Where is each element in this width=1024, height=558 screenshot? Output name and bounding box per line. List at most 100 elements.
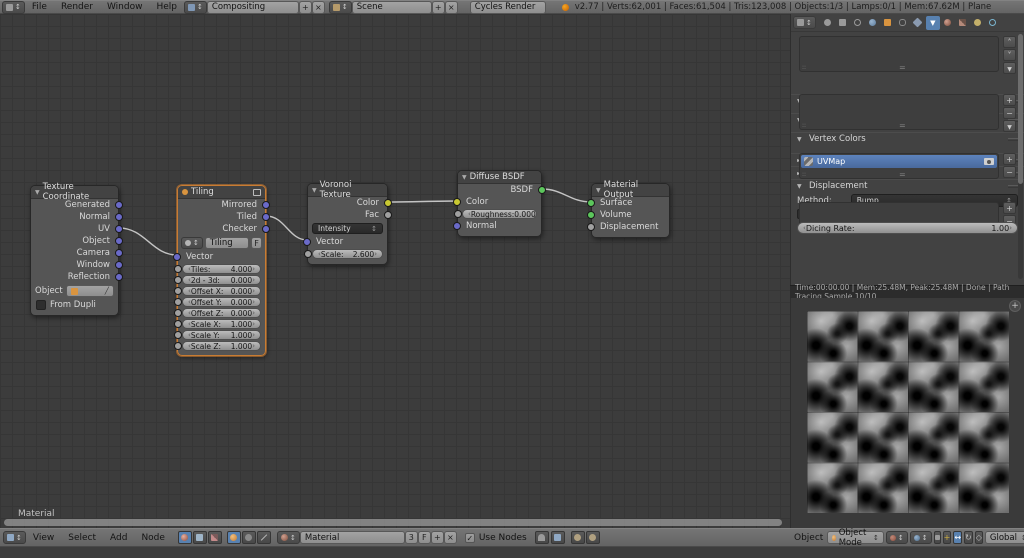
uvmap-list-item[interactable]: UVMap xyxy=(801,155,997,168)
shape-keys-list[interactable]: :: = xyxy=(799,94,999,130)
socket-window[interactable] xyxy=(115,261,123,269)
socket-offset-y[interactable] xyxy=(174,298,182,306)
use-nodes-checkbox[interactable]: ✓ xyxy=(464,532,475,543)
compositing-nodes-toggle[interactable] xyxy=(192,531,207,544)
tab-constraints[interactable] xyxy=(896,16,910,30)
scale-z-slider[interactable]: ‹ Scale Z: 1.000 › xyxy=(174,341,261,351)
coloring-dropdown[interactable]: Intensity ↕ xyxy=(312,223,383,234)
2d3d-slider[interactable]: ‹ 2d - 3d: 0.000 › xyxy=(174,275,261,285)
render-camera-icon[interactable] xyxy=(984,158,994,165)
pivot-align-toggle[interactable] xyxy=(933,531,941,544)
node-header[interactable]: ▼ Diffuse BSDF xyxy=(458,171,541,184)
socket-scale-y[interactable] xyxy=(174,331,182,339)
expand-icon[interactable]: ▼ xyxy=(797,136,805,143)
socket-reflection[interactable] xyxy=(115,273,123,281)
add-vertex-color-button[interactable]: + xyxy=(1003,202,1016,214)
manipulator-rotate-button[interactable]: ↻ xyxy=(964,531,973,544)
menu-object[interactable]: Object xyxy=(794,533,823,543)
tiles-slider[interactable]: ‹ Tiles: 4.000 › xyxy=(174,264,261,274)
node-texture-coordinate[interactable]: ▼ Texture Coordinate Generated Normal UV… xyxy=(30,182,123,316)
tab-modifiers[interactable] xyxy=(911,16,925,30)
render-step-button[interactable] xyxy=(585,531,600,544)
remove-uv-map-button[interactable]: − xyxy=(1003,166,1016,178)
vertex-colors-panel-header[interactable]: ▼ Vertex Colors xyxy=(791,132,1024,145)
scale-slider[interactable]: ‹ Scale: 2.600 › xyxy=(304,249,383,259)
add-scene-button[interactable]: + xyxy=(431,0,445,14)
shape-key-specials-button[interactable]: ▼ xyxy=(1003,120,1016,132)
socket-offset-z[interactable] xyxy=(174,309,182,317)
roughness-slider[interactable]: ‹ Roughness: 0.000 › xyxy=(454,209,539,219)
collapse-icon[interactable]: ▼ xyxy=(35,189,40,196)
node-header[interactable]: ▼ Material Output xyxy=(592,180,669,200)
pivot-point-button[interactable]: ↕ xyxy=(909,531,932,544)
tab-material[interactable] xyxy=(941,16,955,30)
tab-object[interactable] xyxy=(881,16,895,30)
snap-toggle-button[interactable] xyxy=(534,531,549,544)
viewport-shading-button[interactable]: ↕ xyxy=(885,531,908,544)
socket-scale-input[interactable] xyxy=(304,250,312,258)
socket-uv[interactable] xyxy=(115,225,123,233)
material-users-button[interactable]: 3 xyxy=(404,531,418,544)
mode-selector[interactable]: Object Mode ↕ xyxy=(827,528,884,548)
remove-shape-key-button[interactable]: − xyxy=(1003,107,1016,119)
collapse-icon[interactable]: ▼ xyxy=(462,174,467,181)
render-copy-button[interactable] xyxy=(570,531,585,544)
offset-z-slider[interactable]: ‹ Offset Z: 0.000 › xyxy=(174,308,261,318)
node-tiling-group[interactable]: Tiling Mirrored Tiled Checker ↕ Tiling F… xyxy=(173,185,270,356)
scale-y-slider[interactable]: ‹ Scale Y: 1.000 › xyxy=(174,330,261,340)
socket-scale-x[interactable] xyxy=(174,320,182,328)
tab-scene[interactable] xyxy=(851,16,865,30)
socket-mirrored[interactable] xyxy=(262,201,270,209)
socket-surface-input[interactable] xyxy=(587,199,595,207)
properties-scrollbar[interactable] xyxy=(1018,34,1023,279)
offset-y-slider[interactable]: ‹ Offset Y: 0.000 › xyxy=(174,297,261,307)
socket-generated[interactable] xyxy=(115,201,123,209)
node-header[interactable]: ▼ Voronoi Texture xyxy=(308,180,387,200)
add-shape-key-button[interactable]: + xyxy=(1003,94,1016,106)
menu-window[interactable]: Window xyxy=(107,2,143,12)
tab-render-layers[interactable] xyxy=(836,16,850,30)
menu-render[interactable]: Render xyxy=(61,2,93,12)
lamp-shader-toggle[interactable] xyxy=(256,531,271,544)
editor-type-button[interactable]: ↕ xyxy=(3,531,26,544)
socket-vector-input[interactable] xyxy=(303,238,311,246)
editor-type-button[interactable]: ↕ xyxy=(793,16,816,29)
collapse-icon[interactable]: ▼ xyxy=(312,187,317,194)
list-scroll-up-button[interactable]: ˄ xyxy=(1003,36,1016,48)
node-voronoi-texture[interactable]: ▼ Voronoi Texture Color Fac Intensity ↕ … xyxy=(303,180,392,265)
manipulator-axis-button[interactable]: + xyxy=(942,531,952,544)
tab-particles[interactable] xyxy=(971,16,985,30)
fake-user-button[interactable]: F xyxy=(251,237,262,249)
manipulator-scale-button[interactable]: ◇ xyxy=(974,531,983,544)
list-resize-handle[interactable]: = xyxy=(899,63,906,72)
edit-group-icon[interactable] xyxy=(253,188,261,196)
scale-x-slider[interactable]: ‹ Scale X: 1.000 › xyxy=(174,319,261,329)
socket-color-output[interactable] xyxy=(384,199,392,207)
transform-orientation-selector[interactable]: Global ↕ xyxy=(984,531,1024,544)
editor-type-button[interactable]: ↕ xyxy=(2,0,25,14)
socket-normal-input[interactable] xyxy=(453,222,461,230)
socket-2d3d[interactable] xyxy=(174,276,182,284)
group-name-field[interactable]: Tiling xyxy=(204,237,249,249)
collapse-icon[interactable]: ▼ xyxy=(596,187,601,194)
socket-bsdf-output[interactable] xyxy=(538,186,546,194)
shader-nodes-toggle[interactable] xyxy=(177,531,192,544)
snap-mode-button[interactable] xyxy=(550,531,565,544)
from-dupli-checkbox[interactable] xyxy=(36,300,46,310)
menu-view[interactable]: View xyxy=(33,533,54,543)
list-resize-handle[interactable]: = xyxy=(899,170,906,179)
socket-object[interactable] xyxy=(115,237,123,245)
menu-file[interactable]: File xyxy=(32,2,47,12)
vertex-groups-list[interactable]: :: = xyxy=(799,36,999,72)
socket-offset-x[interactable] xyxy=(174,287,182,295)
texture-nodes-toggle[interactable] xyxy=(207,531,222,544)
manipulator-translate-button[interactable]: ↔ xyxy=(953,531,963,544)
node-material-output[interactable]: ▼ Material Output Surface Volume Displac… xyxy=(587,180,670,238)
socket-vector-input[interactable] xyxy=(173,253,181,261)
socket-tiled[interactable] xyxy=(262,213,270,221)
uv-maps-list[interactable]: UVMap :: = xyxy=(799,153,999,179)
node-diffuse-bsdf[interactable]: ▼ Diffuse BSDF BSDF Color ‹ Roughness: 0.0… xyxy=(453,170,546,237)
socket-tiles[interactable] xyxy=(174,265,182,273)
tab-texture[interactable] xyxy=(956,16,970,30)
add-uv-map-button[interactable]: + xyxy=(1003,153,1016,165)
